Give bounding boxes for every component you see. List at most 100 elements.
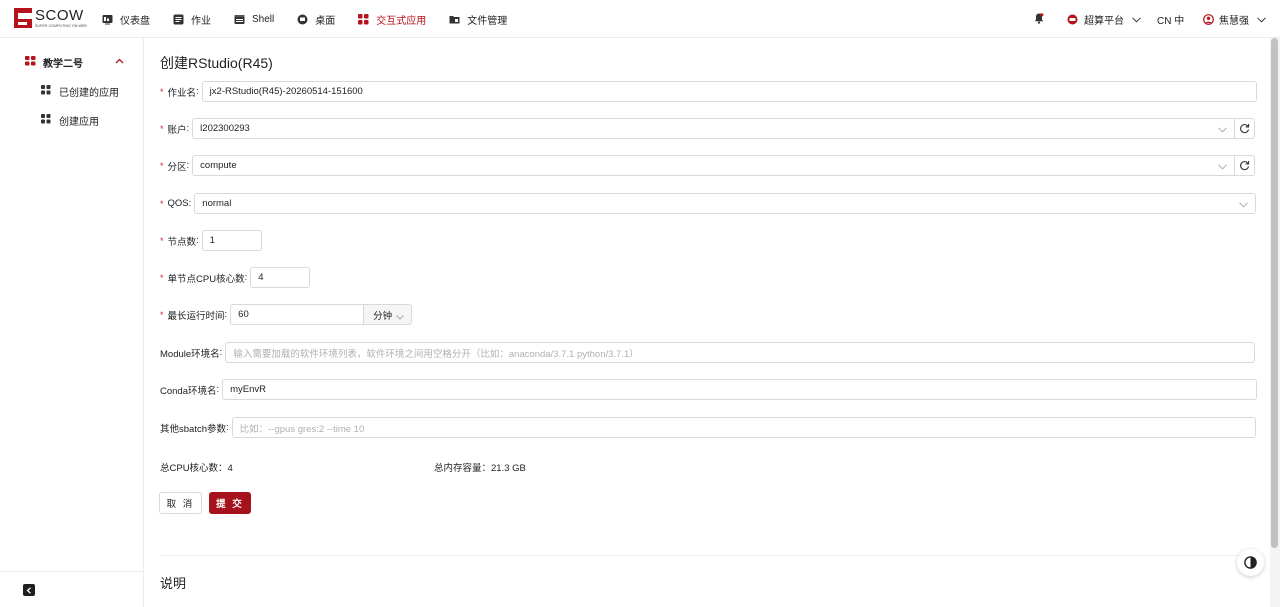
max-time-input[interactable]: 60 <box>230 304 365 325</box>
dashboard-icon <box>102 14 113 25</box>
refresh-icon <box>1239 123 1250 134</box>
nav-dashboard-label: 仪表盘 <box>120 15 150 27</box>
sidebar-item-created-apps[interactable]: 已创建的应用 <box>0 80 143 100</box>
nodes-input[interactable]: 1 <box>201 230 262 251</box>
cpu-cores-value: 4 <box>258 272 264 283</box>
main-content: 创建RStudio(R45) * 作业名: jx2-RStudio(R45)-20… <box>144 38 1270 607</box>
account-label: 账户 <box>167 124 187 136</box>
job-name-value: jx2-RStudio(R45)-20260514-151600 <box>209 86 363 97</box>
sidebar-footer <box>0 571 143 607</box>
nav-dashboard[interactable]: 仪表盘 <box>102 0 150 38</box>
qos-label: QOS <box>167 198 189 209</box>
theme-toggle-button[interactable] <box>1237 549 1264 576</box>
sbatch-label: 其他sbatch参数 <box>160 423 226 435</box>
nodes-value: 1 <box>209 235 215 246</box>
terminal-icon <box>234 14 245 25</box>
apps-icon <box>41 114 51 127</box>
main-nav: 仪表盘 作业 Shell 桌面 交互式应用 文件管理 <box>102 0 530 38</box>
job-icon <box>173 14 184 25</box>
collapse-sidebar-button[interactable] <box>23 584 35 596</box>
form-row-cpu-cores: * 单节点CPU核心数: 4 <box>160 267 311 288</box>
platform-label: 超算平台 <box>1084 16 1124 27</box>
sidebar-item-label: 创建应用 <box>59 117 99 128</box>
sidebar-item-create-app[interactable]: 创建应用 <box>0 109 143 129</box>
sidebar-item-label: 已创建的应用 <box>59 88 119 99</box>
cpu-cores-label: 单节点CPU核心数 <box>167 273 245 285</box>
form-row-sbatch: 其他sbatch参数: 比如：--gpus gres:2 --time 10 <box>160 417 1256 438</box>
language-switcher[interactable]: CN 中 <box>1157 12 1184 27</box>
module-env-input[interactable]: 输入需要加载的软件环境列表，软件环境之间用空格分开（比如：anaconda/3.… <box>225 342 1256 363</box>
module-env-placeholder: 输入需要加载的软件环境列表，软件环境之间用空格分开（比如：anaconda/3.… <box>233 348 639 360</box>
conda-env-value: myEnvR <box>230 384 267 395</box>
language-label: CN 中 <box>1157 16 1185 27</box>
logo-subtitle: SUPER COMPUTING ON WEB <box>35 24 87 28</box>
cpu-cores-input[interactable]: 4 <box>250 267 311 288</box>
conda-env-label: Conda环境名 <box>160 385 217 397</box>
platform-switcher[interactable]: 超算平台 <box>1067 12 1141 27</box>
apps-icon <box>41 85 51 98</box>
description-title: 说明 <box>160 576 187 591</box>
nav-desktop-label: 桌面 <box>315 15 336 27</box>
user-name: 焦慧强 <box>1219 16 1249 27</box>
section-divider <box>160 555 1258 556</box>
chevron-up-icon <box>115 56 124 67</box>
form-row-module-env: Module环境名: 输入需要加载的软件环境列表，软件环境之间用空格分开（比如：… <box>160 342 1256 363</box>
top-header: SCOW SUPER COMPUTING ON WEB 仪表盘 作业 Shell <box>0 0 1280 38</box>
form-row-max-time: * 最长运行时间: 60 分钟 <box>160 304 413 325</box>
user-menu[interactable]: 焦慧强 <box>1203 12 1266 27</box>
max-time-label: 最长运行时间 <box>167 310 225 322</box>
apps-icon <box>25 56 36 69</box>
scrollbar-thumb[interactable] <box>1271 38 1278 548</box>
form-row-qos: * QOS: normal <box>160 193 1257 214</box>
nav-shell[interactable]: Shell <box>234 0 274 38</box>
form-row-partition: * 分区: compute <box>160 155 1256 176</box>
sidebar-group-teaching-2[interactable]: 教学二号 <box>0 51 143 71</box>
chevron-down-icon <box>1218 125 1228 136</box>
page-title: 创建RStudio(R45) <box>160 55 273 71</box>
sidebar-group-label: 教学二号 <box>43 59 83 70</box>
folder-icon <box>449 14 460 25</box>
nav-file-manager[interactable]: 文件管理 <box>449 0 507 38</box>
sbatch-placeholder: 比如：--gpus gres:2 --time 10 <box>239 423 365 435</box>
partition-value: compute <box>200 160 237 171</box>
apps-icon <box>358 13 369 25</box>
half-circle-contrast-icon <box>1244 556 1257 569</box>
nav-file-manager-label: 文件管理 <box>467 15 508 27</box>
total-cpu-summary: 总CPU核心数：4 <box>160 463 233 474</box>
nav-jobs[interactable]: 作业 <box>173 0 211 38</box>
conda-env-input[interactable]: myEnvR <box>222 379 1258 400</box>
refresh-icon <box>1239 160 1250 171</box>
scow-logo-mark <box>14 8 32 28</box>
form-row-nodes: * 节点数: 1 <box>160 230 262 251</box>
chevron-down-icon <box>1218 162 1228 173</box>
partition-select[interactable]: compute <box>192 155 1236 176</box>
submit-button[interactable]: 提 交 <box>209 492 251 514</box>
nav-interactive-apps-label: 交互式应用 <box>376 15 427 27</box>
job-name-label: 作业名 <box>167 87 197 99</box>
cancel-button[interactable]: 取 消 <box>159 492 202 514</box>
form-row-conda-env: Conda环境名: myEnvR <box>160 379 1258 400</box>
job-name-input[interactable]: jx2-RStudio(R45)-20260514-151600 <box>201 81 1257 102</box>
account-select[interactable]: l202300293 <box>192 118 1236 139</box>
nav-desktop[interactable]: 桌面 <box>297 0 335 38</box>
time-unit-value: 分钟 <box>373 310 393 322</box>
form-row-account: * 账户: l202300293 <box>160 118 1256 139</box>
user-icon <box>1203 14 1214 25</box>
qos-value: normal <box>202 198 232 209</box>
sbatch-input[interactable]: 比如：--gpus gres:2 --time 10 <box>231 417 1256 438</box>
nav-interactive-apps[interactable]: 交互式应用 <box>358 0 426 38</box>
time-unit-select[interactable]: 分钟 <box>364 304 413 325</box>
sidebar: 教学二号 已创建的应用 创建应用 <box>0 38 144 607</box>
chevron-down-icon <box>396 312 405 323</box>
form-row-job-name: * 作业名: jx2-RStudio(R45)-20260514-151600 <box>160 81 1257 102</box>
account-refresh-button[interactable] <box>1234 118 1256 139</box>
nav-shell-label: Shell <box>252 13 275 25</box>
page-scrollbar[interactable] <box>1270 38 1280 607</box>
partition-refresh-button[interactable] <box>1234 155 1256 176</box>
qos-select[interactable]: normal <box>194 193 1257 214</box>
notification-bell-icon[interactable] <box>1034 13 1044 27</box>
max-time-value: 60 <box>238 309 249 320</box>
scow-logo[interactable]: SCOW SUPER COMPUTING ON WEB <box>14 8 87 28</box>
module-env-label: Module环境名 <box>160 348 220 360</box>
chevron-down-icon <box>1132 16 1141 23</box>
